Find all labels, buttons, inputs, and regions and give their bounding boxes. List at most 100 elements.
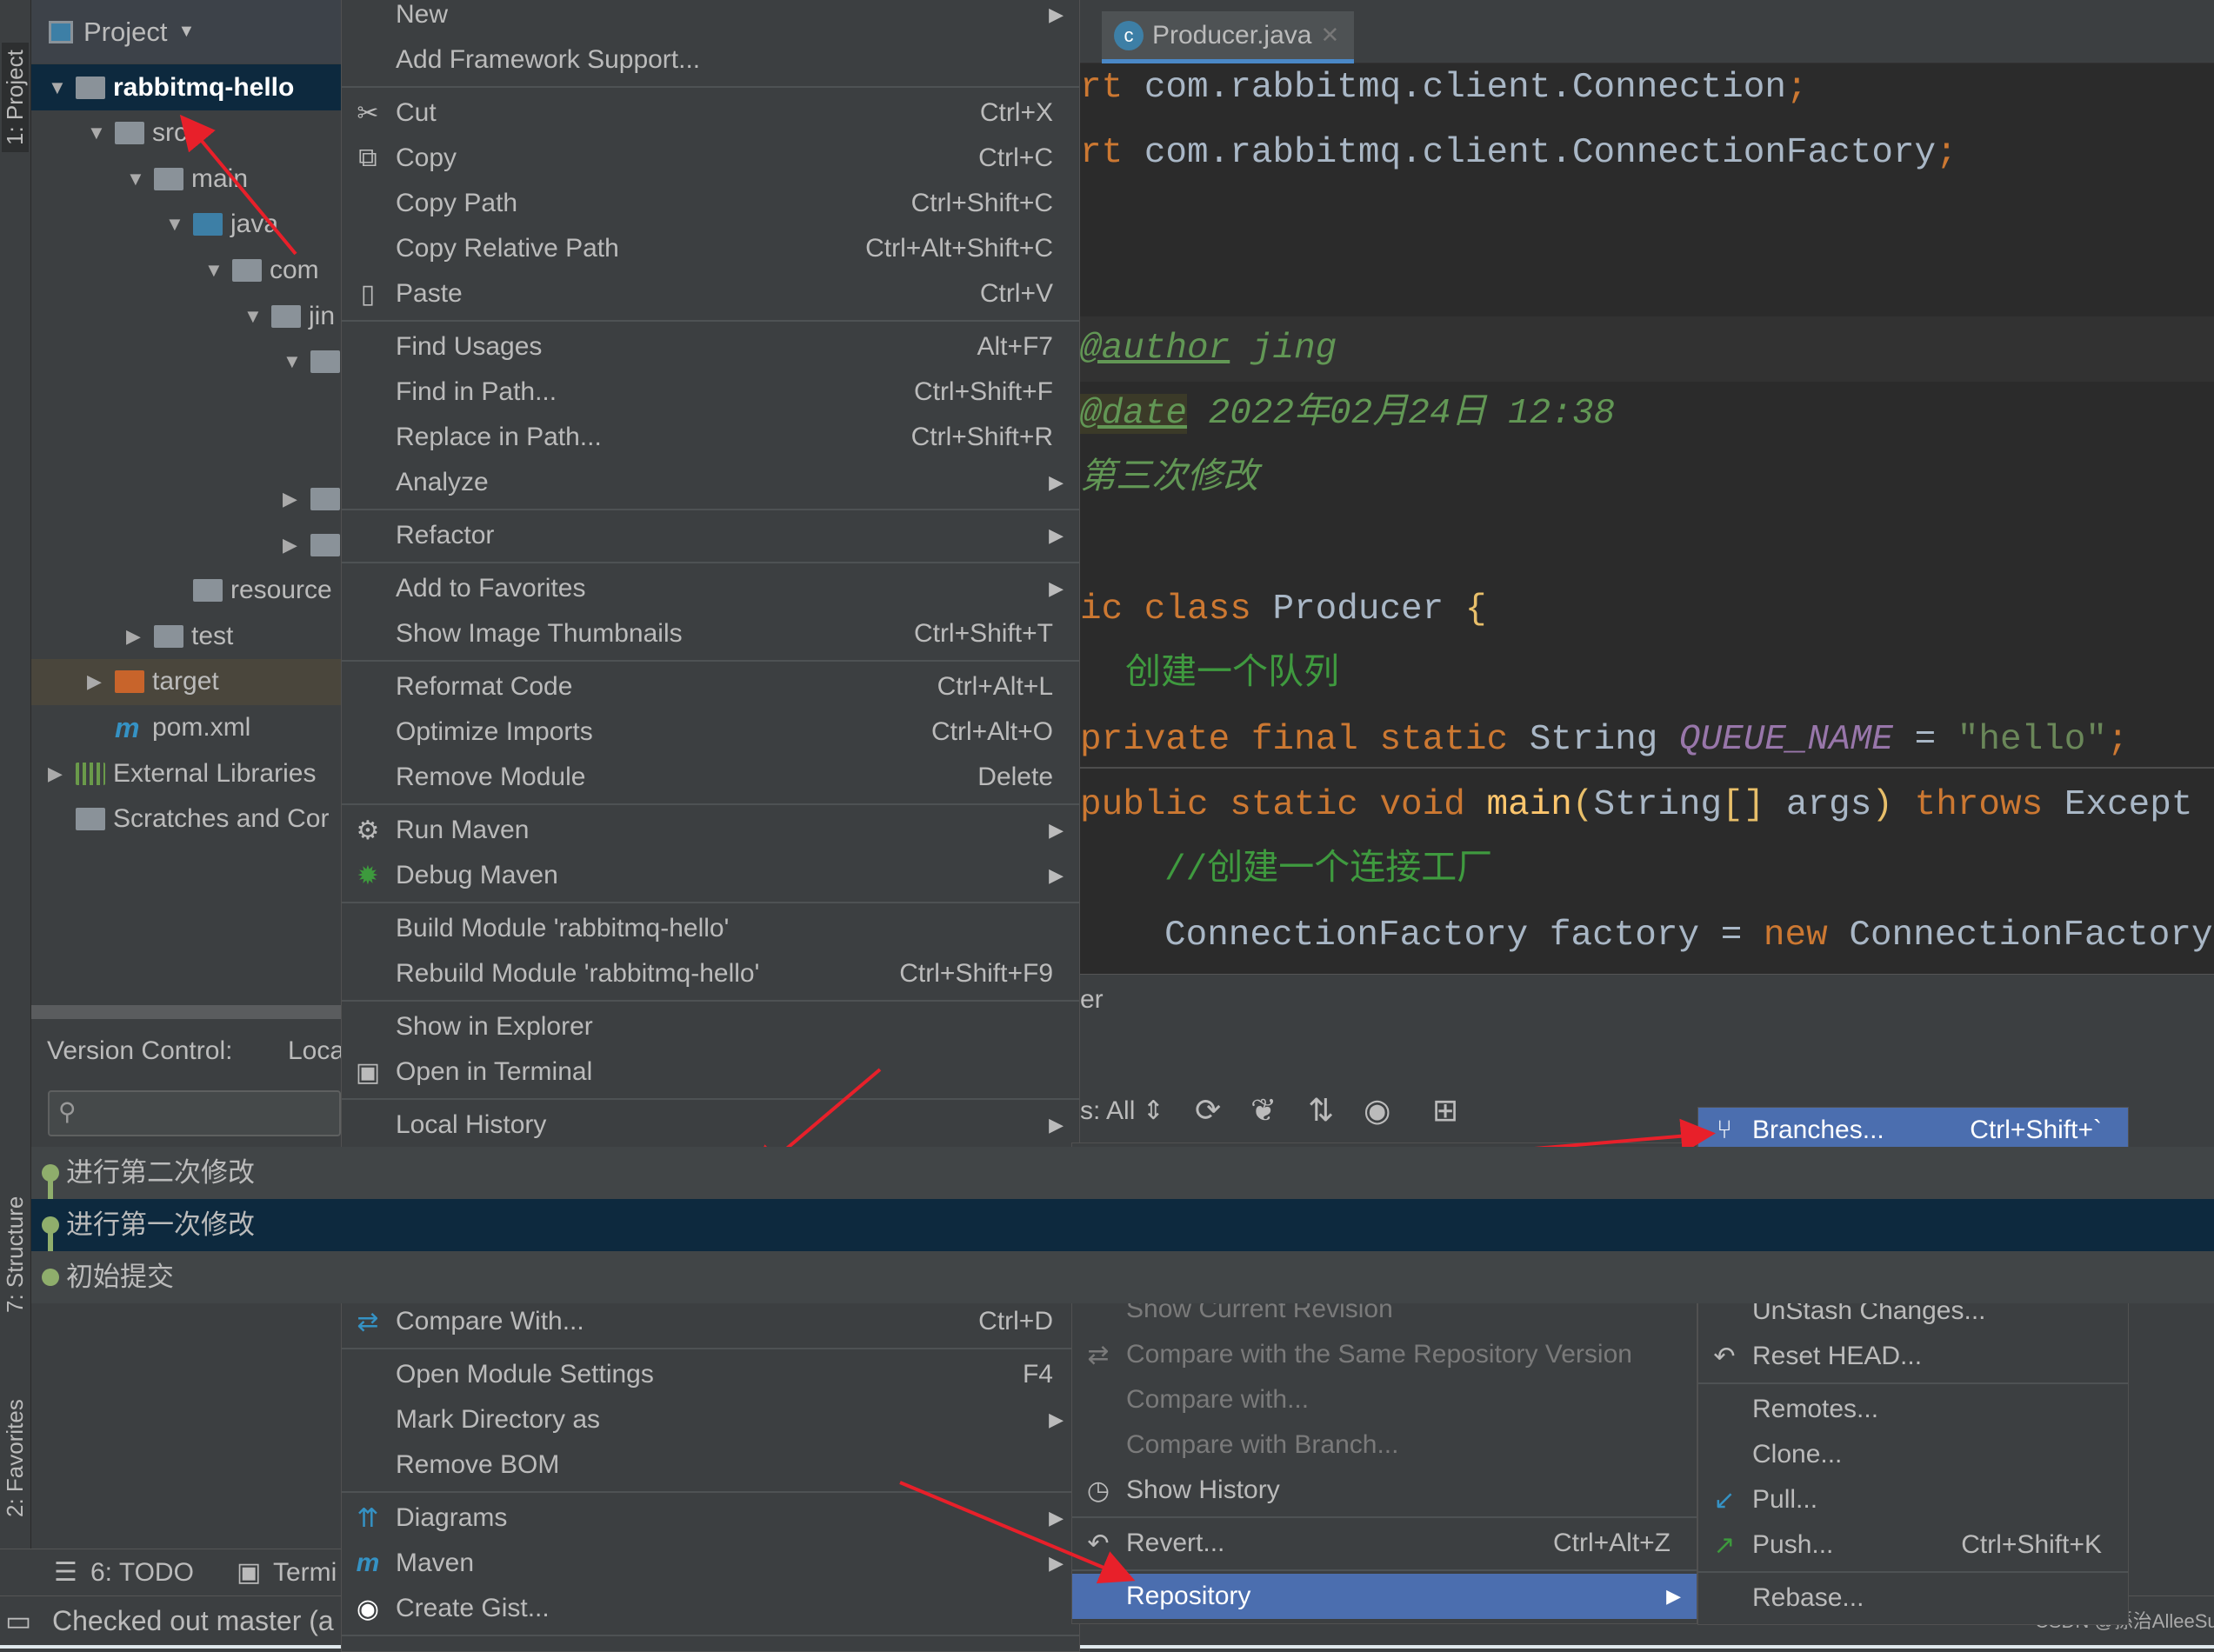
menu-item-cut[interactable]: ✂ Cut Ctrl+X	[342, 90, 1079, 136]
menu-item-compare-with-branch[interactable]: Compare with Branch...	[1072, 1422, 1697, 1468]
menu-item-clone[interactable]: Clone...	[1698, 1432, 2128, 1477]
menu-item-open-in-terminal[interactable]: ▣ Open in Terminal	[342, 1049, 1079, 1095]
commit-row[interactable]	[341, 1199, 2214, 1251]
log-search-input[interactable]: ⚲	[48, 1090, 341, 1136]
menu-item-reset-head[interactable]: ↶ Reset HEAD...	[1698, 1334, 2128, 1379]
menu-item-show-in-explorer[interactable]: Show in Explorer	[342, 1004, 1079, 1049]
menu-item-revert[interactable]: ↶ Revert... Ctrl+Alt+Z	[1072, 1521, 1697, 1566]
terminal-icon: ▣	[237, 1558, 262, 1587]
menu-item-remove-bom[interactable]: Remove BOM	[342, 1442, 1079, 1488]
expanded-arrow-icon[interactable]: ▼	[283, 350, 302, 373]
horizontal-scrollbar[interactable]	[31, 1005, 341, 1019]
menu-item-rebase[interactable]: Rebase...	[1698, 1575, 2128, 1621]
tree-item[interactable]: ▼ rabbitmq-hello	[31, 64, 341, 110]
menu-item-label: Rebuild Module 'rabbitmq-hello'	[396, 959, 760, 988]
expanded-arrow-icon[interactable]: ▼	[48, 77, 67, 99]
menu-item-optimize-imports[interactable]: Optimize Imports Ctrl+Alt+O	[342, 709, 1079, 755]
tree-item[interactable]: ▼ com	[31, 247, 341, 293]
tree-item[interactable]	[31, 430, 341, 476]
collapsed-arrow-icon[interactable]: ▶	[283, 488, 297, 510]
menu-item-copy-path[interactable]: Copy Path Ctrl+Shift+C	[342, 181, 1079, 226]
commit-row-left[interactable]: 进行第二次修改	[31, 1147, 341, 1199]
tree-item[interactable]: ▶	[31, 522, 341, 568]
menu-item-replace-in-path[interactable]: Replace in Path... Ctrl+Shift+R	[342, 415, 1079, 460]
menu-item-debug-maven[interactable]: ✹ Debug Maven ▶	[342, 853, 1079, 898]
expanded-arrow-icon[interactable]: ▼	[126, 168, 145, 190]
expanded-arrow-icon[interactable]: ▼	[204, 259, 223, 282]
status-toggle-icon[interactable]: ▭	[5, 1596, 31, 1646]
menu-item-reformat-code[interactable]: Reformat Code Ctrl+Alt+L	[342, 664, 1079, 709]
tree-item[interactable]: ▼ java	[31, 202, 341, 248]
sort-icon[interactable]: ⇅	[1308, 1092, 1334, 1129]
menu-item-add-to-favorites[interactable]: Add to Favorites ▶	[342, 566, 1079, 611]
project-panel-header[interactable]: Project ▼	[31, 0, 341, 63]
menu-item-new[interactable]: New ▶	[342, 0, 1079, 37]
tree-item[interactable]: ▶ test	[31, 613, 341, 659]
view-options-icon[interactable]: ◉	[1364, 1092, 1390, 1129]
new-tab-icon[interactable]: ⊞	[1432, 1092, 1458, 1129]
tree-item[interactable]: ▶	[31, 476, 341, 522]
tree-item[interactable]: ▶ target	[31, 658, 341, 705]
collapsed-arrow-icon[interactable]: ▶	[87, 670, 102, 693]
commit-row[interactable]	[341, 1251, 2214, 1303]
menu-item-open-module-settings[interactable]: Open Module Settings F4	[342, 1352, 1079, 1397]
commit-row-left[interactable]: 进行第一次修改	[31, 1199, 341, 1251]
tree-item[interactable]: ▼ main	[31, 156, 341, 202]
menu-item-create-gist[interactable]: ◉ Create Gist...	[342, 1586, 1079, 1631]
expanded-arrow-icon[interactable]: ▼	[87, 122, 106, 144]
tree-item[interactable]: ▶ External Libraries	[31, 750, 341, 796]
collapsed-arrow-icon[interactable]: ▶	[283, 534, 297, 556]
tree-item[interactable]	[31, 384, 341, 430]
commit-message: 进行第一次修改	[66, 1209, 255, 1240]
close-tab-icon[interactable]: ✕	[1320, 22, 1339, 49]
menu-item-maven[interactable]: m Maven ▶	[342, 1541, 1079, 1586]
branch-filter[interactable]: s: All ⇕	[1080, 1096, 1164, 1126]
menu-item-paste[interactable]: ▯ Paste Ctrl+V	[342, 271, 1079, 316]
todo-tab[interactable]: 6: TODO	[90, 1549, 194, 1596]
menu-item-rebuild-module-rabbitmq-hello[interactable]: Rebuild Module 'rabbitmq-hello' Ctrl+Shif…	[342, 951, 1079, 996]
menu-item-copy-relative-path[interactable]: Copy Relative Path Ctrl+Alt+Shift+C	[342, 226, 1079, 271]
menu-item-show-image-thumbnails[interactable]: Show Image Thumbnails Ctrl+Shift+T	[342, 611, 1079, 656]
commit-row[interactable]	[341, 1147, 2214, 1199]
code-editor[interactable]: c Producer.java ✕ rt com.rabbitmq.client…	[1080, 0, 2214, 974]
refresh-icon[interactable]: ⟳	[1195, 1092, 1221, 1129]
menu-item-show-history[interactable]: ◷ Show History	[1072, 1468, 1697, 1513]
tree-item[interactable]: m pom.xml	[31, 704, 341, 750]
menu-item-analyze[interactable]: Analyze ▶	[342, 460, 1079, 505]
tree-item[interactable]: ▼ jin	[31, 293, 341, 339]
menu-item-refactor[interactable]: Refactor ▶	[342, 513, 1079, 558]
local-changes-tab[interactable]: Loca	[288, 1036, 344, 1066]
menu-item-build-module-rabbitmq-hello[interactable]: Build Module 'rabbitmq-hello'	[342, 906, 1079, 951]
menu-item-push[interactable]: ↗ Push... Ctrl+Shift+K	[1698, 1522, 2128, 1568]
menu-item-add-framework-support[interactable]: Add Framework Support...	[342, 37, 1079, 83]
commit-row-left[interactable]: 初始提交	[31, 1251, 341, 1303]
structure-tool-tab[interactable]: 7: Structure	[2, 1196, 29, 1313]
menu-item-find-usages[interactable]: Find Usages Alt+F7	[342, 324, 1079, 370]
cherry-pick-icon[interactable]: ❦	[1250, 1092, 1277, 1129]
menu-item-diagrams[interactable]: ⇈ Diagrams ▶	[342, 1495, 1079, 1541]
menu-item-compare-with[interactable]: ⇄ Compare With... Ctrl+D	[342, 1299, 1079, 1344]
tree-item[interactable]: ▼ src	[31, 110, 341, 157]
tree-item[interactable]: Scratches and Cor	[31, 796, 341, 843]
menu-item-compare-with-the-same-repository-version[interactable]: ⇄ Compare with the Same Repository Versio…	[1072, 1332, 1697, 1377]
collapsed-arrow-icon[interactable]: ▶	[126, 625, 141, 648]
menu-item-copy[interactable]: ⧉ Copy Ctrl+C	[342, 136, 1079, 181]
menu-item-find-in-path[interactable]: Find in Path... Ctrl+Shift+F	[342, 370, 1079, 415]
terminal-tab[interactable]: Termi	[273, 1549, 337, 1596]
menu-item-run-maven[interactable]: ⚙ Run Maven ▶	[342, 808, 1079, 853]
menu-item-mark-directory-as[interactable]: Mark Directory as ▶	[342, 1397, 1079, 1442]
tree-item[interactable]: resource	[31, 568, 341, 614]
menu-item-compare-with[interactable]: Compare with...	[1072, 1377, 1697, 1422]
expanded-arrow-icon[interactable]: ▼	[165, 213, 184, 236]
menu-item-remotes[interactable]: Remotes...	[1698, 1387, 2128, 1432]
expanded-arrow-icon[interactable]: ▼	[243, 305, 263, 328]
chevron-down-icon[interactable]: ▼	[177, 22, 195, 42]
tree-item[interactable]: ▼	[31, 339, 341, 385]
favorites-tool-tab[interactable]: 2: Favorites	[2, 1399, 29, 1517]
menu-item-repository[interactable]: Repository ▶	[1072, 1574, 1697, 1619]
menu-item-remove-module[interactable]: Remove Module Delete	[342, 755, 1079, 800]
menu-item-pull[interactable]: ↙ Pull...	[1698, 1477, 2128, 1522]
collapsed-arrow-icon[interactable]: ▶	[48, 763, 63, 785]
menu-item-local-history[interactable]: Local History ▶	[342, 1102, 1079, 1148]
project-tool-tab[interactable]: 1: Project	[2, 43, 29, 152]
